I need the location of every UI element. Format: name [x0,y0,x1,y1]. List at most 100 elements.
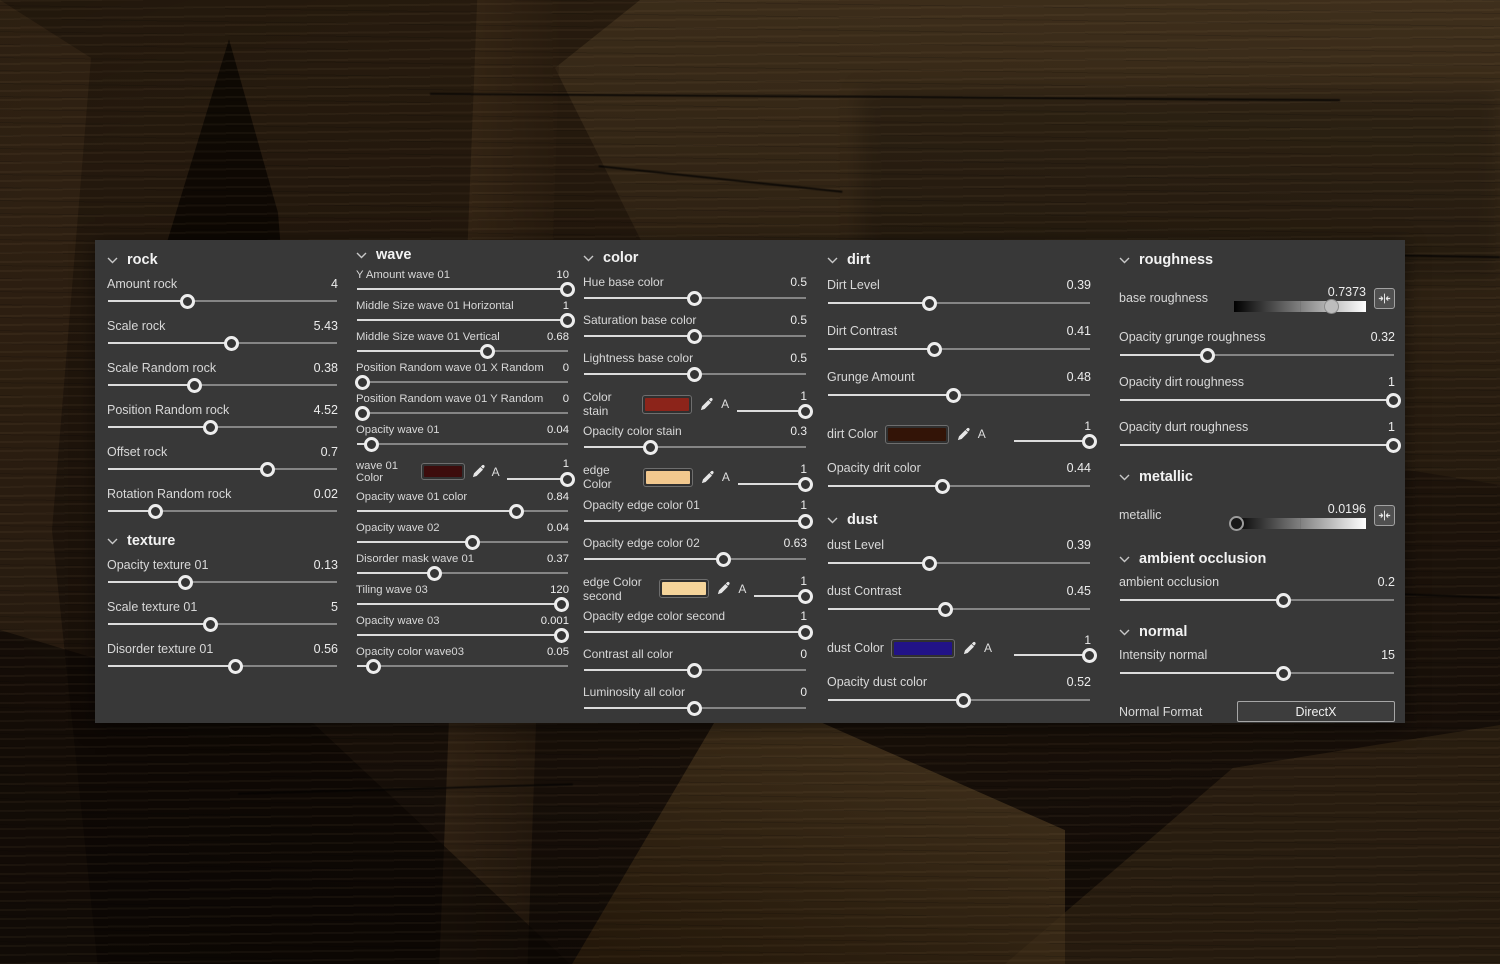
slider-handle[interactable] [203,617,219,632]
disorder-texture-01-slider[interactable] [107,658,338,675]
slider-track[interactable] [357,313,575,328]
slider-track[interactable] [584,440,806,456]
slider-track[interactable] [357,282,575,297]
lightness-base-color-slider[interactable] [583,366,807,383]
section-header-texture[interactable]: texture [107,533,338,549]
slider-handle[interactable] [553,597,569,612]
slider-track[interactable] [108,294,337,309]
slider-track[interactable] [108,504,337,519]
intensity-normal-slider[interactable] [1119,665,1395,682]
opacity-color-stain-slider[interactable] [583,439,807,456]
slider-handle[interactable] [355,375,371,390]
slider-handle[interactable] [687,700,702,716]
opacity-dirt-roughness-slider[interactable] [1119,392,1401,409]
slider-handle[interactable] [927,342,943,357]
slider-track[interactable] [357,344,568,359]
dust-contrast-slider[interactable] [827,601,1091,618]
section-header-rock[interactable]: rock [107,252,338,268]
opacity-dust-color-slider[interactable] [827,692,1091,709]
saturation-base-color-slider[interactable] [583,328,807,345]
edge-color-alpha-slider[interactable] [737,476,813,493]
section-header-ambient-occlusion[interactable]: ambient occlusion [1119,551,1395,567]
slider-handle[interactable] [479,344,495,359]
slider-handle[interactable] [1082,434,1097,449]
slider-track[interactable] [584,551,806,567]
normal-format-dropdown[interactable]: DirectX [1237,701,1395,722]
metallic-gradient-slider[interactable] [1228,515,1366,531]
slider-handle[interactable] [937,602,953,617]
slider-track[interactable] [1120,666,1394,681]
slider-handle[interactable] [798,477,813,493]
slider-handle[interactable] [1386,393,1401,408]
dirt-level-slider[interactable] [827,295,1091,312]
slider-track[interactable] [828,556,1090,571]
slider-handle[interactable] [687,367,702,382]
slider-track[interactable] [584,700,806,716]
hue-base-color-slider[interactable] [583,290,807,307]
section-header-color[interactable]: color [583,250,807,266]
eyedropper-icon[interactable] [716,581,731,596]
slider-handle[interactable] [1228,515,1244,531]
slider-track[interactable] [357,566,568,581]
slider-handle[interactable] [1276,593,1292,608]
slider-handle[interactable] [798,404,813,420]
slider-handle[interactable] [922,296,938,311]
slider-track[interactable] [1014,434,1097,449]
opacity-edge-color-second-slider[interactable] [583,624,813,641]
slider-handle[interactable] [560,471,575,487]
slider-handle[interactable] [180,294,196,309]
slider-track[interactable] [1120,593,1394,608]
tiling-wave-03-slider[interactable] [356,596,569,612]
slider-handle[interactable] [560,282,575,297]
slider-track[interactable] [584,329,806,344]
dust-level-slider[interactable] [827,555,1091,572]
slider-track[interactable] [108,336,337,351]
slider-handle[interactable] [798,588,813,604]
slider-track[interactable] [584,513,813,529]
slider-track[interactable] [828,296,1090,311]
slider-track[interactable] [754,588,813,604]
color-swatch[interactable] [884,424,949,444]
slider-track[interactable] [357,504,568,519]
eyedropper-icon[interactable] [962,641,977,656]
slider-handle[interactable] [956,693,972,708]
slider-handle[interactable] [922,556,938,571]
slider-track[interactable] [584,291,806,306]
slider-track[interactable] [357,535,568,550]
slider-handle[interactable] [798,624,813,640]
section-header-dust[interactable]: dust [827,512,1091,528]
slider-track[interactable] [357,437,568,452]
wave-01-color-alpha-slider[interactable] [506,471,575,487]
color-stain-alpha-slider[interactable] [736,403,813,420]
dirt-color-alpha-slider[interactable] [1013,433,1097,449]
ambient-occlusion-slider[interactable] [1119,592,1395,609]
slider-track[interactable] [355,406,568,421]
slider-track[interactable] [357,628,569,643]
section-header-normal[interactable]: normal [1119,624,1395,640]
section-header-metallic[interactable]: metallic [1119,469,1395,485]
range-expand-button[interactable] [1374,504,1395,526]
slider-handle[interactable] [1323,298,1339,314]
slider-track[interactable] [506,471,575,487]
slider-handle[interactable] [1082,648,1097,663]
slider-track[interactable] [108,420,337,435]
slider-handle[interactable] [1199,348,1215,363]
slider-handle[interactable] [465,535,481,550]
slider-track[interactable] [108,659,337,674]
opacity-wave-03-slider[interactable] [356,627,569,643]
opacity-wave-02-slider[interactable] [356,534,569,550]
color-swatch[interactable] [659,579,710,599]
rotation-random-rock-slider[interactable] [107,503,338,520]
slider-track[interactable] [108,378,337,393]
slider-track[interactable] [1120,438,1401,453]
slider-handle[interactable] [148,504,164,519]
dust-color-alpha-slider[interactable] [1013,647,1097,663]
slider-handle[interactable] [365,659,381,674]
color-swatch[interactable] [642,467,693,487]
opacity-edge-color-02-slider[interactable] [583,551,807,568]
slider-track[interactable] [357,597,569,612]
scale-texture-01-slider[interactable] [107,616,338,633]
opacity-wave-01-slider[interactable] [356,436,569,452]
position-random-wave-01-y-slider[interactable] [355,405,569,421]
scale-random-rock-slider[interactable] [107,377,338,394]
